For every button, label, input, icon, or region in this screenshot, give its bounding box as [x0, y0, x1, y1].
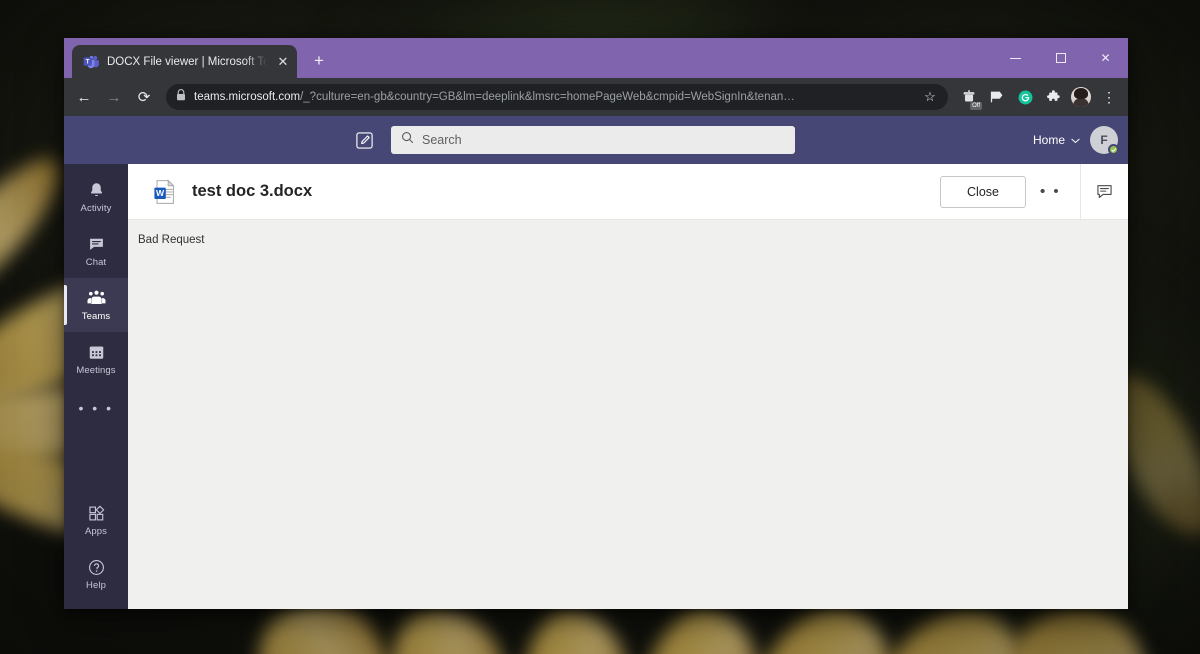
sidebar-item-apps[interactable]: Apps	[64, 493, 128, 547]
toggle-extension-icon[interactable]: Off	[956, 84, 982, 110]
more-options-button[interactable]: • • •	[1040, 176, 1072, 208]
chat-bubble-icon	[87, 234, 106, 254]
browser-window: T DOCX File viewer | Microsoft Tea ✕ + ✕…	[64, 38, 1128, 609]
tab-close-icon[interactable]: ✕	[275, 54, 291, 70]
teams-topbar-right: Home F	[1033, 116, 1119, 164]
content-column: W test doc 3.docx Close • • • Bad Reques…	[128, 164, 1128, 609]
bookmark-star-icon[interactable]: ☆	[922, 89, 938, 105]
search-placeholder: Search	[422, 133, 462, 147]
search-icon	[401, 131, 414, 149]
browser-menu-icon[interactable]: ⋮	[1096, 84, 1122, 110]
document-viewer: Bad Request	[128, 220, 1128, 609]
back-button[interactable]: ←	[70, 83, 98, 111]
teams-topbar: Search Home F	[64, 116, 1128, 164]
url-domain: teams.microsoft.com	[194, 91, 301, 103]
profile-avatar-photo	[1071, 87, 1091, 107]
desktop-background: T DOCX File viewer | Microsoft Tea ✕ + ✕…	[0, 0, 1200, 654]
presence-available-badge	[1108, 144, 1119, 155]
sidebar-item-label: Meetings	[76, 365, 116, 376]
word-docx-icon: W	[152, 178, 178, 205]
window-close-button[interactable]: ✕	[1083, 38, 1128, 78]
app-rail: Activity Chat Teams Meetings • • • Apps …	[64, 164, 128, 609]
teams-people-icon	[86, 288, 107, 308]
avatar[interactable]: F	[1090, 126, 1119, 155]
document-error-message: Bad Request	[138, 234, 205, 246]
lock-icon	[176, 88, 186, 106]
window-maximize-button[interactable]	[1038, 38, 1083, 78]
teams-app: Search Home F Activity Chat Teams Meetin…	[64, 116, 1128, 609]
window-minimize-button[interactable]	[993, 38, 1038, 78]
browser-titlebar: T DOCX File viewer | Microsoft Tea ✕ + ✕	[64, 38, 1128, 78]
chevron-down-icon	[1071, 133, 1080, 147]
sidebar-item-label: Chat	[85, 257, 107, 268]
sidebar-item-label: Activity	[80, 203, 112, 214]
svg-text:W: W	[156, 188, 165, 198]
sidebar-item-help[interactable]: Help	[64, 547, 128, 601]
compose-icon[interactable]	[351, 127, 377, 153]
url-path: /_?culture=en-gb&country=GB&lm=deeplink&…	[300, 91, 795, 103]
sidebar-more-button[interactable]: • • •	[64, 386, 128, 430]
bell-icon	[87, 180, 106, 200]
home-menu-button[interactable]: Home	[1033, 133, 1080, 147]
teams-body: Activity Chat Teams Meetings • • • Apps …	[64, 164, 1128, 609]
sidebar-item-activity[interactable]: Activity	[64, 170, 128, 224]
file-header: W test doc 3.docx Close • • •	[128, 164, 1128, 220]
close-button[interactable]: Close	[940, 175, 1026, 208]
sidebar-item-label: Help	[86, 580, 106, 591]
browser-toolbar: ← → ⟳ teams.microsoft.com/_?culture=en-g…	[64, 78, 1128, 116]
tab-strip: T DOCX File viewer | Microsoft Tea ✕ +	[64, 38, 333, 78]
svg-text:T: T	[86, 58, 90, 65]
home-label: Home	[1032, 133, 1065, 147]
file-header-actions: Close • • •	[940, 164, 1128, 219]
flag-extension-icon[interactable]	[984, 84, 1010, 110]
profile-avatar[interactable]	[1068, 84, 1094, 110]
extensions-puzzle-icon[interactable]	[1040, 84, 1066, 110]
sidebar-item-teams[interactable]: Teams	[64, 278, 128, 332]
extension-off-badge: Off	[970, 102, 982, 110]
tab-title: DOCX File viewer | Microsoft Tea	[107, 55, 267, 68]
apps-icon	[87, 503, 106, 523]
forward-button[interactable]: →	[100, 83, 128, 111]
help-circle-icon	[87, 557, 106, 577]
rail-spacer	[64, 430, 128, 493]
window-controls: ✕	[993, 38, 1128, 78]
sidebar-item-label: Apps	[84, 526, 108, 537]
calendar-icon	[87, 342, 106, 362]
sidebar-item-meetings[interactable]: Meetings	[64, 332, 128, 386]
sidebar-item-label: Teams	[81, 311, 111, 322]
address-bar[interactable]: teams.microsoft.com/_?culture=en-gb&coun…	[166, 84, 948, 110]
file-title: test doc 3.docx	[192, 182, 313, 200]
grammarly-extension-icon[interactable]	[1012, 84, 1038, 110]
search-input[interactable]: Search	[391, 126, 795, 154]
url-text: teams.microsoft.com/_?culture=en-gb&coun…	[194, 91, 914, 103]
rail-bottom-group: Apps Help	[64, 493, 128, 609]
reload-button[interactable]: ⟳	[130, 83, 158, 111]
browser-tab[interactable]: T DOCX File viewer | Microsoft Tea ✕	[72, 45, 297, 78]
sidebar-item-chat[interactable]: Chat	[64, 224, 128, 278]
avatar-initial: F	[1100, 133, 1108, 147]
chat-panel-button[interactable]	[1080, 164, 1128, 219]
new-tab-button[interactable]: +	[305, 47, 333, 75]
microsoft-teams-favicon: T	[83, 54, 99, 70]
